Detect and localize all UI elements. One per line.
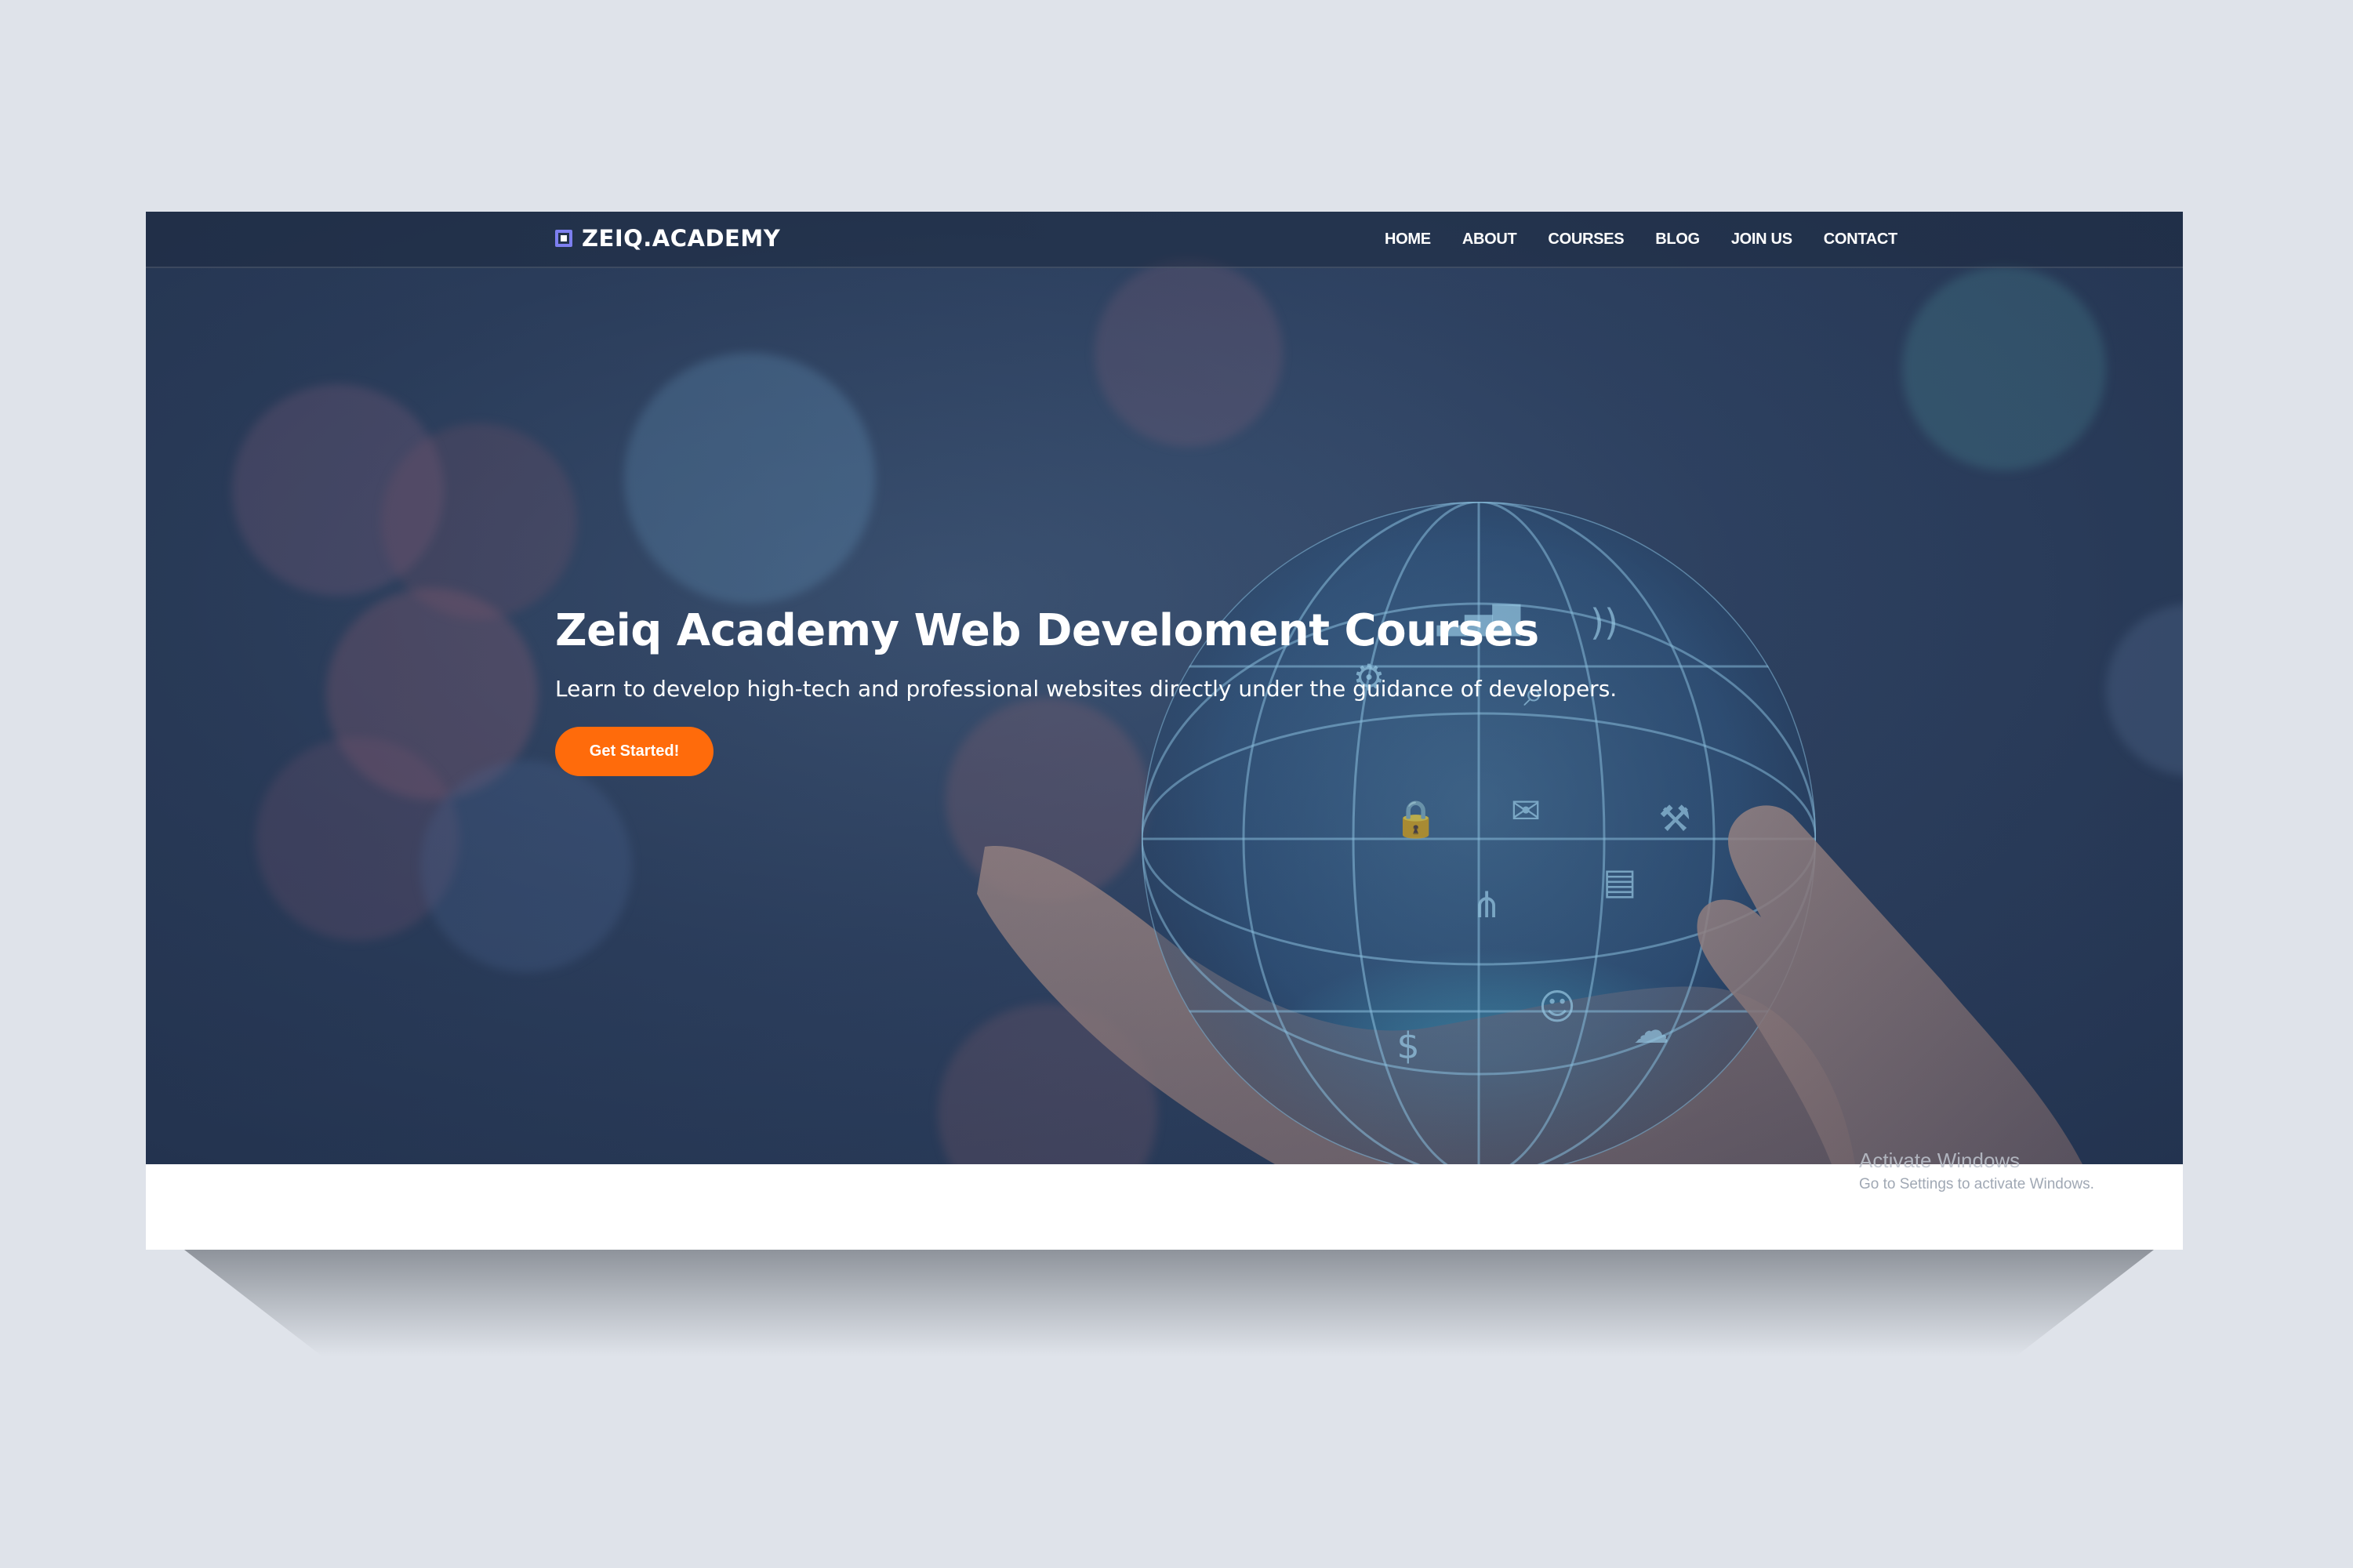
watermark-title: Activate Windows [1859,1149,2021,1172]
hero-title: Zeiq Academy Web Develoment Courses [555,605,1539,656]
nav-item-blog[interactable]: BLOG [1655,230,1700,249]
get-started-button[interactable]: Get Started! [555,727,714,776]
academy-logo-icon [555,230,572,247]
mockup-shadow [184,1250,2154,1356]
nav-item-home[interactable]: HOME [1385,230,1431,249]
hero-subtitle: Learn to develop high-tech and professio… [555,676,1618,702]
nav-item-courses[interactable]: COURSES [1548,230,1624,249]
nav-item-about[interactable]: ABOUT [1462,230,1517,249]
watermark-subtitle: Go to Settings to activate Windows. [1859,1176,2094,1192]
top-navbar: ZEIQ.ACADEMY HOME ABOUT COURSES BLOG JOI… [146,212,2183,268]
website-screenshot: 🔒 ⌕ ✉ ⚙ $ ☺ ☁ ⚒ ▤ ▂▄▆ )) ⋔ [146,212,2183,1250]
brand-logo[interactable]: ZEIQ.ACADEMY [555,224,780,252]
nav-item-contact[interactable]: CONTACT [1824,230,1897,249]
nav-item-join-us[interactable]: JOIN US [1731,230,1792,249]
brand-name: ZEIQ.ACADEMY [582,225,781,252]
hero-section: 🔒 ⌕ ✉ ⚙ $ ☺ ☁ ⚒ ▤ ▂▄▆ )) ⋔ [146,212,2183,1164]
windows-activation-watermark: Activate Windows Go to Settings to activ… [1859,1149,2094,1193]
main-nav: HOME ABOUT COURSES BLOG JOIN US CONTACT [1385,212,1897,267]
